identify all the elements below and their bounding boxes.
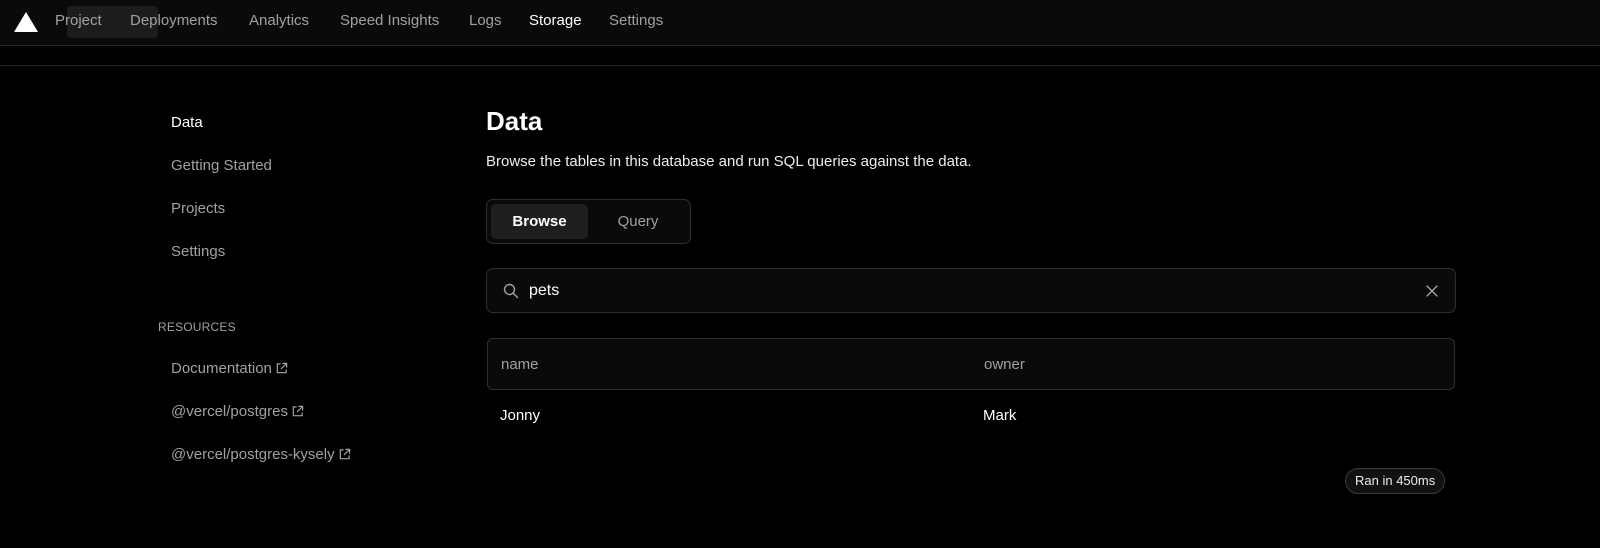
column-header-owner[interactable]: owner (984, 356, 1025, 373)
tab-storage[interactable]: Storage (529, 6, 582, 38)
view-toggle: Browse Query (486, 199, 691, 244)
external-link-icon (292, 405, 304, 417)
page-description: Browse the tables in this database and r… (486, 153, 972, 170)
top-navigation: Project Deployments Analytics Speed Insi… (0, 0, 1600, 46)
resource-link-label: Documentation (171, 360, 272, 377)
table-row[interactable]: Jonny Mark (487, 395, 1455, 437)
resource-link-label: @vercel/postgres (171, 403, 288, 420)
cell-name: Jonny (500, 407, 541, 424)
resource-link-vercel-postgres[interactable]: @vercel/postgres (171, 403, 304, 420)
query-timing-badge: Ran in 450ms (1345, 468, 1446, 494)
resource-link-documentation[interactable]: Documentation (171, 360, 288, 377)
external-link-icon (339, 448, 350, 460)
search-input[interactable] (529, 277, 1409, 305)
sidebar-item-getting-started[interactable]: Getting Started (171, 157, 272, 174)
sidebar-item-data[interactable]: Data (171, 114, 203, 131)
tab-speed-insights[interactable]: Speed Insights (340, 6, 439, 38)
cell-owner: Mark (983, 407, 1017, 424)
header-divider (0, 65, 1600, 66)
close-icon[interactable] (1425, 284, 1439, 298)
resources-heading: RESOURCES (158, 320, 236, 334)
vercel-logo-icon[interactable] (14, 12, 38, 32)
resource-link-vercel-postgres-kysely[interactable]: @vercel/postgres-kysely (171, 446, 351, 463)
table-header: name owner (487, 338, 1455, 390)
column-header-name[interactable]: name (501, 356, 539, 373)
browse-button[interactable]: Browse (491, 204, 588, 239)
query-button[interactable]: Query (590, 204, 686, 239)
tab-analytics[interactable]: Analytics (249, 6, 309, 38)
tab-deployments[interactable]: Deployments (130, 6, 218, 38)
page-title: Data (486, 106, 543, 136)
external-link-icon (276, 362, 288, 374)
tab-logs[interactable]: Logs (469, 6, 502, 38)
table-search (486, 268, 1456, 313)
tab-settings[interactable]: Settings (609, 6, 663, 38)
sidebar-item-projects[interactable]: Projects (171, 200, 225, 217)
sidebar-item-settings[interactable]: Settings (171, 243, 225, 260)
search-icon (503, 283, 519, 299)
resource-link-label: @vercel/postgres-kysely (171, 446, 335, 463)
